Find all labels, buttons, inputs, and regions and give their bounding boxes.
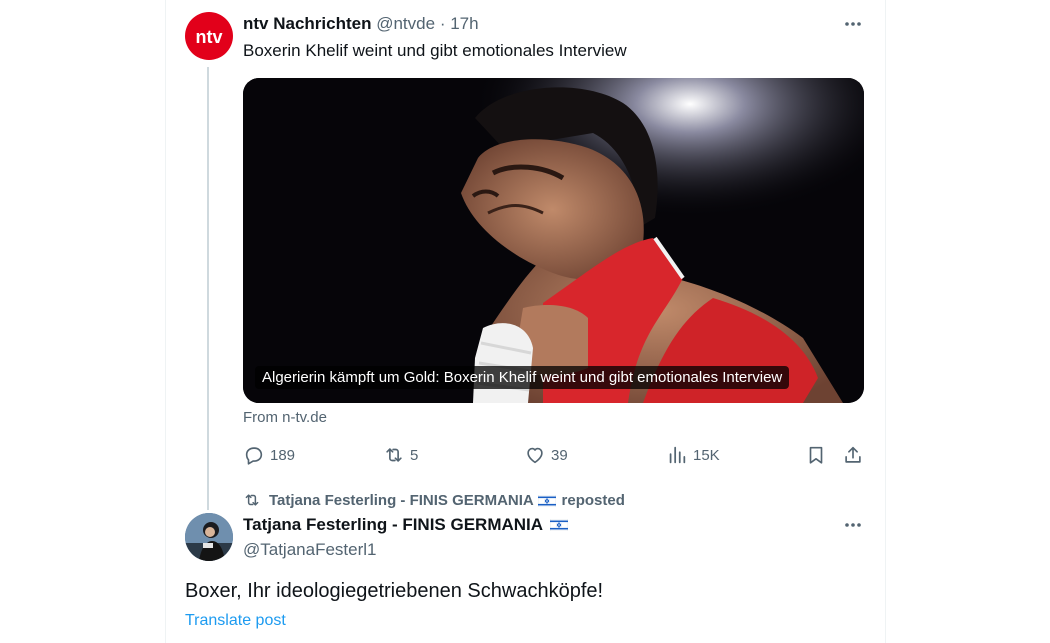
share-button[interactable] (842, 443, 864, 467)
reposted-label: reposted (561, 491, 625, 509)
reply-count: 189 (270, 446, 296, 464)
bookmark-icon (809, 446, 823, 464)
repost-icon (245, 494, 259, 506)
ntv-avatar[interactable]: ntv (185, 12, 233, 60)
tweet-text: Boxer, Ihr ideologiegetriebenen Schwachk… (185, 580, 604, 602)
like-button[interactable]: 39 (524, 443, 568, 467)
timestamp[interactable]: 17h (450, 14, 478, 33)
author-name-row: Tatjana Festerling - FINIS GERMANIA (243, 515, 569, 535)
reply-icon (245, 447, 263, 465)
tatjana-avatar[interactable] (185, 513, 233, 561)
avatar-photo (185, 513, 233, 561)
author-handle[interactable]: @ntvde (376, 14, 435, 33)
israel-flag-icon (538, 494, 557, 507)
reposter-name[interactable]: Tatjana Festerling - FINIS GERMANIA (269, 492, 533, 509)
boxer-photo (243, 78, 864, 403)
bookmark-button[interactable] (805, 443, 827, 467)
ntv-logo: ntv (196, 27, 223, 47)
author-handle[interactable]: @TatjanaFesterl1 (243, 540, 377, 560)
reply-button[interactable]: 189 (243, 443, 295, 467)
media-caption: Algerierin kämpft um Gold: Boxerin Kheli… (255, 366, 790, 389)
view-count: 15K (693, 446, 720, 464)
heart-icon (527, 447, 543, 464)
link-source[interactable]: From n-tv.de (243, 409, 327, 426)
repost-banner: Tatjana Festerling - FINIS GERMANIA repo… (243, 490, 625, 510)
share-icon (845, 446, 861, 463)
author-name[interactable]: Tatjana Festerling - FINIS GERMANIA (243, 515, 543, 535)
author-name[interactable]: ntv Nachrichten (243, 14, 371, 33)
views-icon (669, 446, 686, 464)
repost-icon (386, 448, 402, 462)
views-button[interactable]: 15K (666, 443, 720, 467)
thread-line (207, 67, 209, 510)
repost-button[interactable]: 5 (383, 443, 418, 467)
repost-count: 5 (410, 446, 419, 464)
more-icon[interactable] (843, 515, 863, 535)
svg-text:ntv: ntv (196, 27, 223, 47)
like-count: 39 (551, 446, 568, 464)
tweet-text: Boxerin Khelif weint und gibt emotionale… (243, 41, 627, 60)
separator-dot: · (439, 14, 446, 33)
translate-post-link[interactable]: Translate post (185, 612, 286, 630)
israel-flag-icon (550, 519, 569, 531)
tweet-header: ntv Nachrichten @ntvde · 17h (243, 14, 479, 34)
link-card-image[interactable]: Algerierin kämpft um Gold: Boxerin Kheli… (243, 78, 864, 403)
more-icon[interactable] (843, 14, 863, 34)
